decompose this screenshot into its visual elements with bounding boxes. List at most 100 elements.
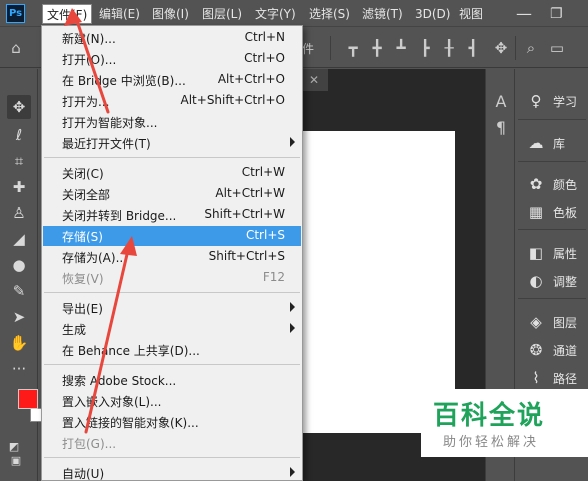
align-bottom-icon[interactable]: ┻ <box>390 37 412 59</box>
submenu-arrow-icon <box>290 467 295 477</box>
panel-adjustments[interactable]: ◐ 调整 <box>516 269 588 293</box>
panel-swatches[interactable]: ▦ 色板 <box>516 200 588 224</box>
channels-icon: ❂ <box>529 341 543 359</box>
close-tab-icon[interactable]: ✕ <box>300 69 328 91</box>
panel-label: 色板 <box>553 206 578 220</box>
menu-item-label: 生成 <box>62 323 87 337</box>
menu-item-label: 打开(O)... <box>62 53 117 67</box>
menu-item-label: 存储(S) <box>62 230 103 244</box>
crop-tool-icon[interactable]: ⌗ <box>7 149 31 173</box>
character-panel-icon[interactable]: A <box>490 91 512 113</box>
menu-bar: Ps 文件(F) 编辑(E) 图像(I) 图层(L) 文字(Y) 选择(S) 滤… <box>0 0 588 27</box>
menu-view[interactable]: 视图 <box>455 4 487 24</box>
panel-libraries[interactable]: ☁ 库 <box>516 131 588 155</box>
options-label: 件 <box>302 42 315 56</box>
eraser-tool-icon[interactable]: ◢ <box>7 227 31 251</box>
search-icon[interactable]: ⌕ <box>520 37 542 59</box>
menu-item-place-embedded[interactable]: 置入嵌入对象(L)... <box>43 391 301 411</box>
menu-item-save[interactable]: 存储(S) Ctrl+S <box>43 226 301 246</box>
menu-item-close-all[interactable]: 关闭全部 Alt+Ctrl+W <box>43 184 301 204</box>
separator <box>518 298 586 299</box>
menu-item-browse-bridge[interactable]: 在 Bridge 中浏览(B)... Alt+Ctrl+O <box>43 70 301 90</box>
separator <box>44 157 300 158</box>
lightbulb-icon: ♀ <box>530 92 542 110</box>
menu-item-save-as[interactable]: 存储为(A)... Shift+Ctrl+S <box>43 247 301 267</box>
align-top-icon[interactable]: ┳ <box>342 37 364 59</box>
panel-label: 库 <box>553 137 566 151</box>
workspace-icon[interactable]: ▭ <box>546 37 568 59</box>
swatches-icon: ▦ <box>528 203 544 221</box>
paths-icon: ⌇ <box>532 369 540 387</box>
stamp-tool-icon[interactable]: ♙ <box>7 201 31 225</box>
panel-layers[interactable]: ◈ 图层 <box>516 310 588 334</box>
menu-item-close[interactable]: 关闭(C) Ctrl+W <box>43 163 301 183</box>
menu-item-shortcut: Ctrl+N <box>244 30 285 44</box>
properties-icon: ◧ <box>528 244 544 262</box>
menu-image[interactable]: 图像(I) <box>148 4 193 24</box>
lasso-tool-icon[interactable]: ℓ <box>7 123 31 147</box>
menu-filter[interactable]: 滤镜(T) <box>358 4 407 24</box>
layers-icon: ◈ <box>530 313 542 331</box>
align-left-icon[interactable]: ┣ <box>414 37 436 59</box>
menu-item-label: 自动(U) <box>62 467 105 481</box>
panel-paths[interactable]: ⌇ 路径 <box>516 366 588 390</box>
pen-tool-icon[interactable]: ✎ <box>7 279 31 303</box>
align-middle-icon[interactable]: ╋ <box>366 37 388 59</box>
menu-item-open-smart-object[interactable]: 打开为智能对象... <box>43 112 301 132</box>
panel-learn[interactable]: ♀ 学习 <box>516 89 588 113</box>
menu-item-shortcut: F12 <box>262 270 285 284</box>
healing-brush-icon[interactable]: ✚ <box>7 175 31 199</box>
menu-file[interactable]: 文件(F) <box>42 4 93 24</box>
menu-item-close-go-bridge[interactable]: 关闭并转到 Bridge... Shift+Ctrl+W <box>43 205 301 225</box>
menu-item-package: 打包(G)... <box>43 433 301 453</box>
more-tools-icon[interactable]: ··· <box>7 357 31 381</box>
canvas[interactable] <box>302 131 455 433</box>
menu-select[interactable]: 选择(S) <box>305 4 354 24</box>
menu-item-share-behance[interactable]: 在 Behance 上共享(D)... <box>43 340 301 360</box>
panel-label: 图层 <box>553 316 578 330</box>
photoshop-logo: Ps <box>6 4 25 23</box>
menu-edit[interactable]: 编辑(E) <box>95 4 144 24</box>
panel-label: 通道 <box>553 344 578 358</box>
panel-color[interactable]: ✿ 颜色 <box>516 172 588 196</box>
align-right-icon[interactable]: ┫ <box>462 37 484 59</box>
menu-item-place-linked[interactable]: 置入链接的智能对象(K)... <box>43 412 301 432</box>
home-icon[interactable]: ⌂ <box>5 37 27 59</box>
paragraph-panel-icon[interactable]: ¶ <box>490 117 512 139</box>
separator <box>518 229 586 230</box>
hand-tool-icon[interactable]: ✋ <box>7 331 31 355</box>
menu-item-generate[interactable]: 生成 <box>43 319 301 339</box>
panel-properties[interactable]: ◧ 属性 <box>516 241 588 265</box>
menu-item-open-as[interactable]: 打开为... Alt+Shift+Ctrl+O <box>43 91 301 111</box>
menu-item-automate[interactable]: 自动(U) <box>43 463 301 481</box>
panel-label: 调整 <box>553 275 578 289</box>
menu-item-new[interactable]: 新建(N)... Ctrl+N <box>43 28 301 48</box>
quick-mask-icon[interactable]: ▣ <box>4 449 28 473</box>
path-select-icon[interactable]: ➤ <box>7 305 31 329</box>
menu-item-label: 在 Bridge 中浏览(B)... <box>62 74 186 88</box>
panel-channels[interactable]: ❂ 通道 <box>516 338 588 362</box>
menu-item-shortcut: Shift+Ctrl+S <box>208 249 285 263</box>
menu-item-open[interactable]: 打开(O)... Ctrl+O <box>43 49 301 69</box>
align-center-icon[interactable]: ╂ <box>438 37 460 59</box>
separator <box>515 36 516 60</box>
submenu-arrow-icon <box>290 137 295 147</box>
menu-3d[interactable]: 3D(D) <box>411 4 454 24</box>
separator <box>44 364 300 365</box>
menu-layer[interactable]: 图层(L) <box>198 4 246 24</box>
menu-item-search-stock[interactable]: 搜索 Adobe Stock... <box>43 370 301 390</box>
distribute-icon[interactable]: ✥ <box>490 37 512 59</box>
menu-type[interactable]: 文字(Y) <box>251 4 300 24</box>
restore-icon[interactable]: ❐ <box>546 4 567 24</box>
minimize-icon[interactable]: — <box>512 4 536 24</box>
move-tool-icon[interactable]: ✥ <box>7 95 31 119</box>
menu-item-label: 打开为... <box>62 95 110 109</box>
menu-item-recent-files[interactable]: 最近打开文件(T) <box>43 133 301 153</box>
menu-item-export[interactable]: 导出(E) <box>43 298 301 318</box>
color-icon: ✿ <box>529 175 543 193</box>
menu-item-label: 导出(E) <box>62 302 103 316</box>
panel-label: 属性 <box>553 247 578 261</box>
foreground-color-swatch[interactable] <box>18 389 38 409</box>
adjustments-icon: ◐ <box>529 272 543 290</box>
blur-tool-icon[interactable]: ● <box>7 253 31 277</box>
